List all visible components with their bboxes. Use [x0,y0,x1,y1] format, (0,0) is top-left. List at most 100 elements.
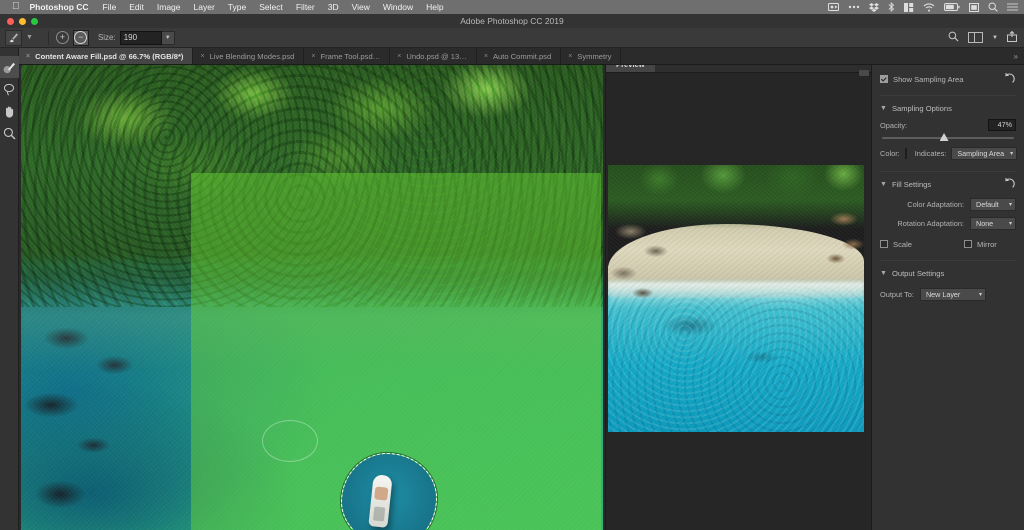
image-grain-layer [21,65,603,530]
zoom-tool[interactable] [0,122,19,144]
menu-item-window[interactable]: Window [383,2,413,12]
screen-record-icon[interactable] [828,3,839,11]
options-divider [47,30,49,45]
opacity-slider-thumb[interactable] [939,133,949,141]
chevron-down-icon[interactable]: ▼ [880,105,887,112]
menu-item-type[interactable]: Type [228,2,246,12]
ellipsis-icon[interactable] [848,5,860,9]
mirror-checkbox[interactable] [964,240,972,248]
section-fill-settings[interactable]: ▼ Fill Settings [872,175,1024,193]
control-center-icon[interactable] [1007,3,1018,11]
menu-item-filter[interactable]: Filter [296,2,315,12]
document-tab-auto-commit[interactable]: × Auto Commit.psd [477,48,562,64]
show-sampling-area-row: Show Sampling Area [872,69,1024,89]
menu-item-help[interactable]: Help [426,2,443,12]
workspace-icon[interactable] [968,32,984,43]
close-icon[interactable]: × [200,53,204,60]
share-icon[interactable] [1007,30,1017,44]
document-tab-content-aware-fill[interactable]: × Content Aware Fill.psd @ 66.7% (RGB/8*… [19,48,194,64]
document-tab-label: Frame Tool.psd… [320,51,381,61]
menu-item-3d[interactable]: 3D [328,2,339,12]
document-tab-live-blending-modes[interactable]: × Live Blending Modes.psd [193,48,305,64]
opacity-slider[interactable] [882,133,1014,141]
reset-arrow-icon[interactable] [1003,72,1016,87]
menu-item-layer[interactable]: Layer [194,2,215,12]
chevron-down-icon[interactable]: ▼ [880,270,887,277]
bluetooth-icon[interactable] [888,2,895,12]
scale-checkbox[interactable] [880,240,888,248]
menu-item-view[interactable]: View [352,2,370,12]
document-tab-symmetry[interactable]: × Symmetry [561,48,622,64]
document-tab-undo[interactable]: × Undo.psd @ 13… [390,48,477,64]
apple-icon[interactable]:  [12,2,20,12]
double-chevron-right-icon[interactable]: » [1008,48,1024,64]
chevron-down-icon[interactable]: ▼ [26,34,33,41]
menu-item-file[interactable]: File [103,2,117,12]
opacity-label: Opacity: [880,120,908,130]
display-icon[interactable] [904,2,914,12]
indicates-select[interactable]: Sampling Area [951,146,1018,160]
window-title: Adobe Photoshop CC 2019 [460,16,564,26]
add-sampling-area-button[interactable]: + [55,31,69,44]
chevron-down-icon[interactable]: ▼ [880,181,887,188]
brush-tool-icon[interactable] [5,29,22,46]
subtract-sampling-area-button[interactable]: − [72,29,89,46]
workspace-chevron-icon[interactable]: ▼ [992,35,998,41]
close-icon[interactable]: × [568,53,572,60]
menu-item-select[interactable]: Select [259,2,283,12]
output-to-row: Output To: New Layer [872,286,1024,302]
opacity-value[interactable]: 47% [988,119,1016,131]
output-to-select[interactable]: New Layer [919,287,986,301]
dropbox-icon[interactable] [869,2,879,12]
scale-label: Scale [893,239,912,249]
color-label: Color: [880,148,900,158]
battery-icon[interactable] [944,3,960,11]
window-title-bar: Adobe Photoshop CC 2019 [0,14,1024,28]
macos-menu-bar:  Photoshop CC File Edit Image Layer Typ… [0,0,1024,14]
document-image [21,65,603,530]
input-source-icon[interactable] [969,2,979,12]
menu-item-image[interactable]: Image [157,2,181,12]
lasso-tool[interactable] [0,78,19,100]
menu-item-edit[interactable]: Edit [129,2,144,12]
section-sampling-options[interactable]: ▼ Sampling Options [872,99,1024,117]
search-icon[interactable] [948,31,959,44]
options-bar-right-icons: ▼ [948,30,1024,44]
scale-group[interactable]: Scale [880,240,912,249]
brush-icon [3,61,16,74]
brush-tool[interactable] [0,56,19,78]
document-tab-frame-tool[interactable]: × Frame Tool.psd… [304,48,391,64]
output-to-label: Output To: [880,289,914,299]
sampling-color-swatch[interactable] [904,147,907,159]
rotation-adaptation-select[interactable]: None [970,216,1016,230]
panel-collapse-handle[interactable] [859,70,869,76]
brush-size-dropdown-icon[interactable]: ▼ [161,30,175,45]
spotlight-search-icon[interactable] [988,2,998,12]
document-tab-label: Content Aware Fill.psd @ 66.7% (RGB/8*) [35,51,184,61]
section-title: Fill Settings [891,179,932,189]
show-sampling-area-checkbox[interactable] [880,75,888,83]
panel-divider [880,95,1016,96]
reset-arrow-icon[interactable] [1003,177,1016,192]
close-icon[interactable]: × [397,53,401,60]
section-title: Sampling Options [891,103,952,113]
preview-grain-layer [608,165,864,432]
rotation-adaptation-label: Rotation Adaptation: [897,218,964,228]
wifi-icon[interactable] [923,2,935,12]
close-icon[interactable]: × [484,53,488,60]
hand-tool[interactable] [0,100,19,122]
canvas-area[interactable] [19,65,605,530]
brush-size-input[interactable]: 190 [119,30,162,45]
photoshop-window:  Photoshop CC File Edit Image Layer Typ… [0,0,1024,530]
document-tab-label: Live Blending Modes.psd [209,51,295,61]
panel-divider [880,260,1016,261]
close-icon[interactable]: × [26,53,30,60]
options-tool-preset[interactable]: ▼ [0,28,41,48]
section-output-settings[interactable]: ▼ Output Settings [872,264,1024,282]
close-icon[interactable]: × [311,53,315,60]
mirror-group[interactable]: Mirror [964,240,997,249]
color-adaptation-select[interactable]: Default [970,197,1016,211]
scale-mirror-row: Scale Mirror [872,235,1024,253]
menu-app-name[interactable]: Photoshop CC [30,2,89,12]
document-tab-label: Symmetry [577,51,612,61]
